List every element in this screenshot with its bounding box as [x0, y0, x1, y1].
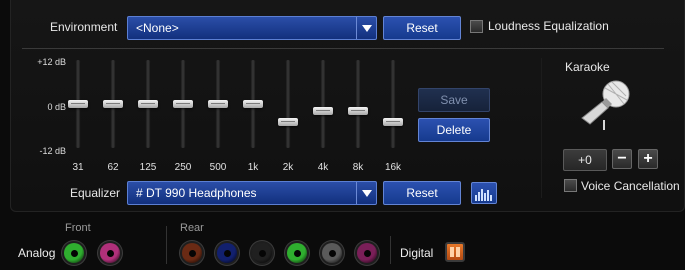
db-label-min: -12 dB — [39, 146, 66, 156]
jack-green[interactable] — [287, 243, 307, 263]
eq-band-label: 8k — [352, 162, 364, 173]
jack-black[interactable] — [252, 243, 272, 263]
environment-selected: <None> — [136, 21, 179, 35]
db-label-zero: 0 dB — [47, 102, 66, 112]
karaoke-separator — [541, 58, 542, 198]
environment-reset-button[interactable]: Reset — [383, 16, 461, 40]
jack-pink[interactable] — [100, 243, 120, 263]
karaoke-key-value: +0 — [563, 149, 607, 171]
jack-blue[interactable] — [217, 243, 237, 263]
karaoke-minus-button[interactable]: − — [612, 149, 632, 169]
jack-separator-2 — [390, 236, 391, 264]
voice-cancellation-checkbox[interactable] — [564, 179, 577, 192]
eq-slider-knob[interactable] — [383, 118, 403, 127]
eq-slider-knob[interactable] — [103, 100, 123, 108]
eq-slider-knob[interactable] — [138, 100, 158, 108]
eq-slider-track[interactable] — [285, 60, 291, 148]
equalizer-preset-selected: # DT 990 Headphones — [136, 186, 257, 200]
jack-hole — [70, 249, 78, 257]
eq-band-label: 62 — [107, 162, 119, 173]
eq-band-label: 125 — [139, 162, 157, 173]
karaoke-label: Karaoke — [565, 60, 610, 74]
db-label-max: +12 dB — [37, 57, 66, 67]
jack-green[interactable] — [64, 243, 84, 263]
environment-label: Environment — [50, 20, 118, 34]
eq-slider-track[interactable] — [320, 60, 326, 148]
eq-band-label: 4k — [317, 162, 329, 173]
loudness-label: Loudness Equalization — [488, 19, 609, 33]
jack-hole — [223, 249, 231, 257]
eq-band-label: 500 — [209, 162, 227, 173]
jack-hole — [293, 249, 301, 257]
jack-hole — [188, 249, 196, 257]
eq-slider-knob[interactable] — [173, 100, 193, 108]
eq-band-label: 16k — [384, 162, 402, 173]
jack-orange[interactable] — [182, 243, 202, 263]
front-label: Front — [65, 222, 91, 234]
voice-cancellation-label: Voice Cancellation — [581, 179, 680, 193]
analog-label: Analog — [18, 246, 56, 260]
divider — [22, 48, 664, 49]
chevron-down-icon — [356, 182, 376, 204]
equalizer-graph-icon[interactable] — [471, 182, 497, 204]
jack-hole — [328, 249, 336, 257]
jack-pink[interactable] — [357, 243, 377, 263]
save-button[interactable]: Save — [418, 88, 490, 112]
equalizer-reset-button[interactable]: Reset — [383, 181, 461, 205]
eq-band-label: 250 — [174, 162, 192, 173]
eq-slider-knob[interactable] — [68, 100, 88, 108]
eq-band-label: 1k — [247, 162, 259, 173]
loudness-checkbox[interactable] — [470, 20, 483, 33]
digital-label: Digital — [400, 246, 434, 260]
eq-slider-knob[interactable] — [313, 107, 333, 116]
eq-slider-knob[interactable] — [208, 100, 228, 108]
delete-button[interactable]: Delete — [418, 118, 490, 142]
environment-dropdown[interactable]: <None> — [127, 16, 377, 40]
eq-slider-knob[interactable] — [243, 100, 263, 108]
eq-band-label: 31 — [72, 162, 84, 173]
eq-slider-track[interactable] — [355, 60, 361, 148]
jack-hole — [106, 249, 114, 257]
karaoke-plus-button[interactable]: + — [638, 149, 658, 169]
eq-slider-track[interactable] — [390, 60, 396, 148]
microphone-icon — [572, 80, 636, 133]
digital-output-icon[interactable] — [445, 242, 465, 262]
rear-label: Rear — [180, 222, 204, 234]
equalizer-preset-dropdown[interactable]: # DT 990 Headphones — [127, 181, 377, 205]
eq-slider-knob[interactable] — [278, 118, 298, 127]
jack-gray[interactable] — [322, 243, 342, 263]
equalizer-label: Equalizer — [70, 186, 121, 200]
jack-hole — [258, 249, 266, 257]
eq-slider-knob[interactable] — [348, 107, 368, 116]
eq-band-label: 2k — [282, 162, 294, 173]
jack-separator-1 — [166, 226, 167, 264]
chevron-down-icon — [356, 17, 376, 39]
jack-hole — [363, 249, 371, 257]
